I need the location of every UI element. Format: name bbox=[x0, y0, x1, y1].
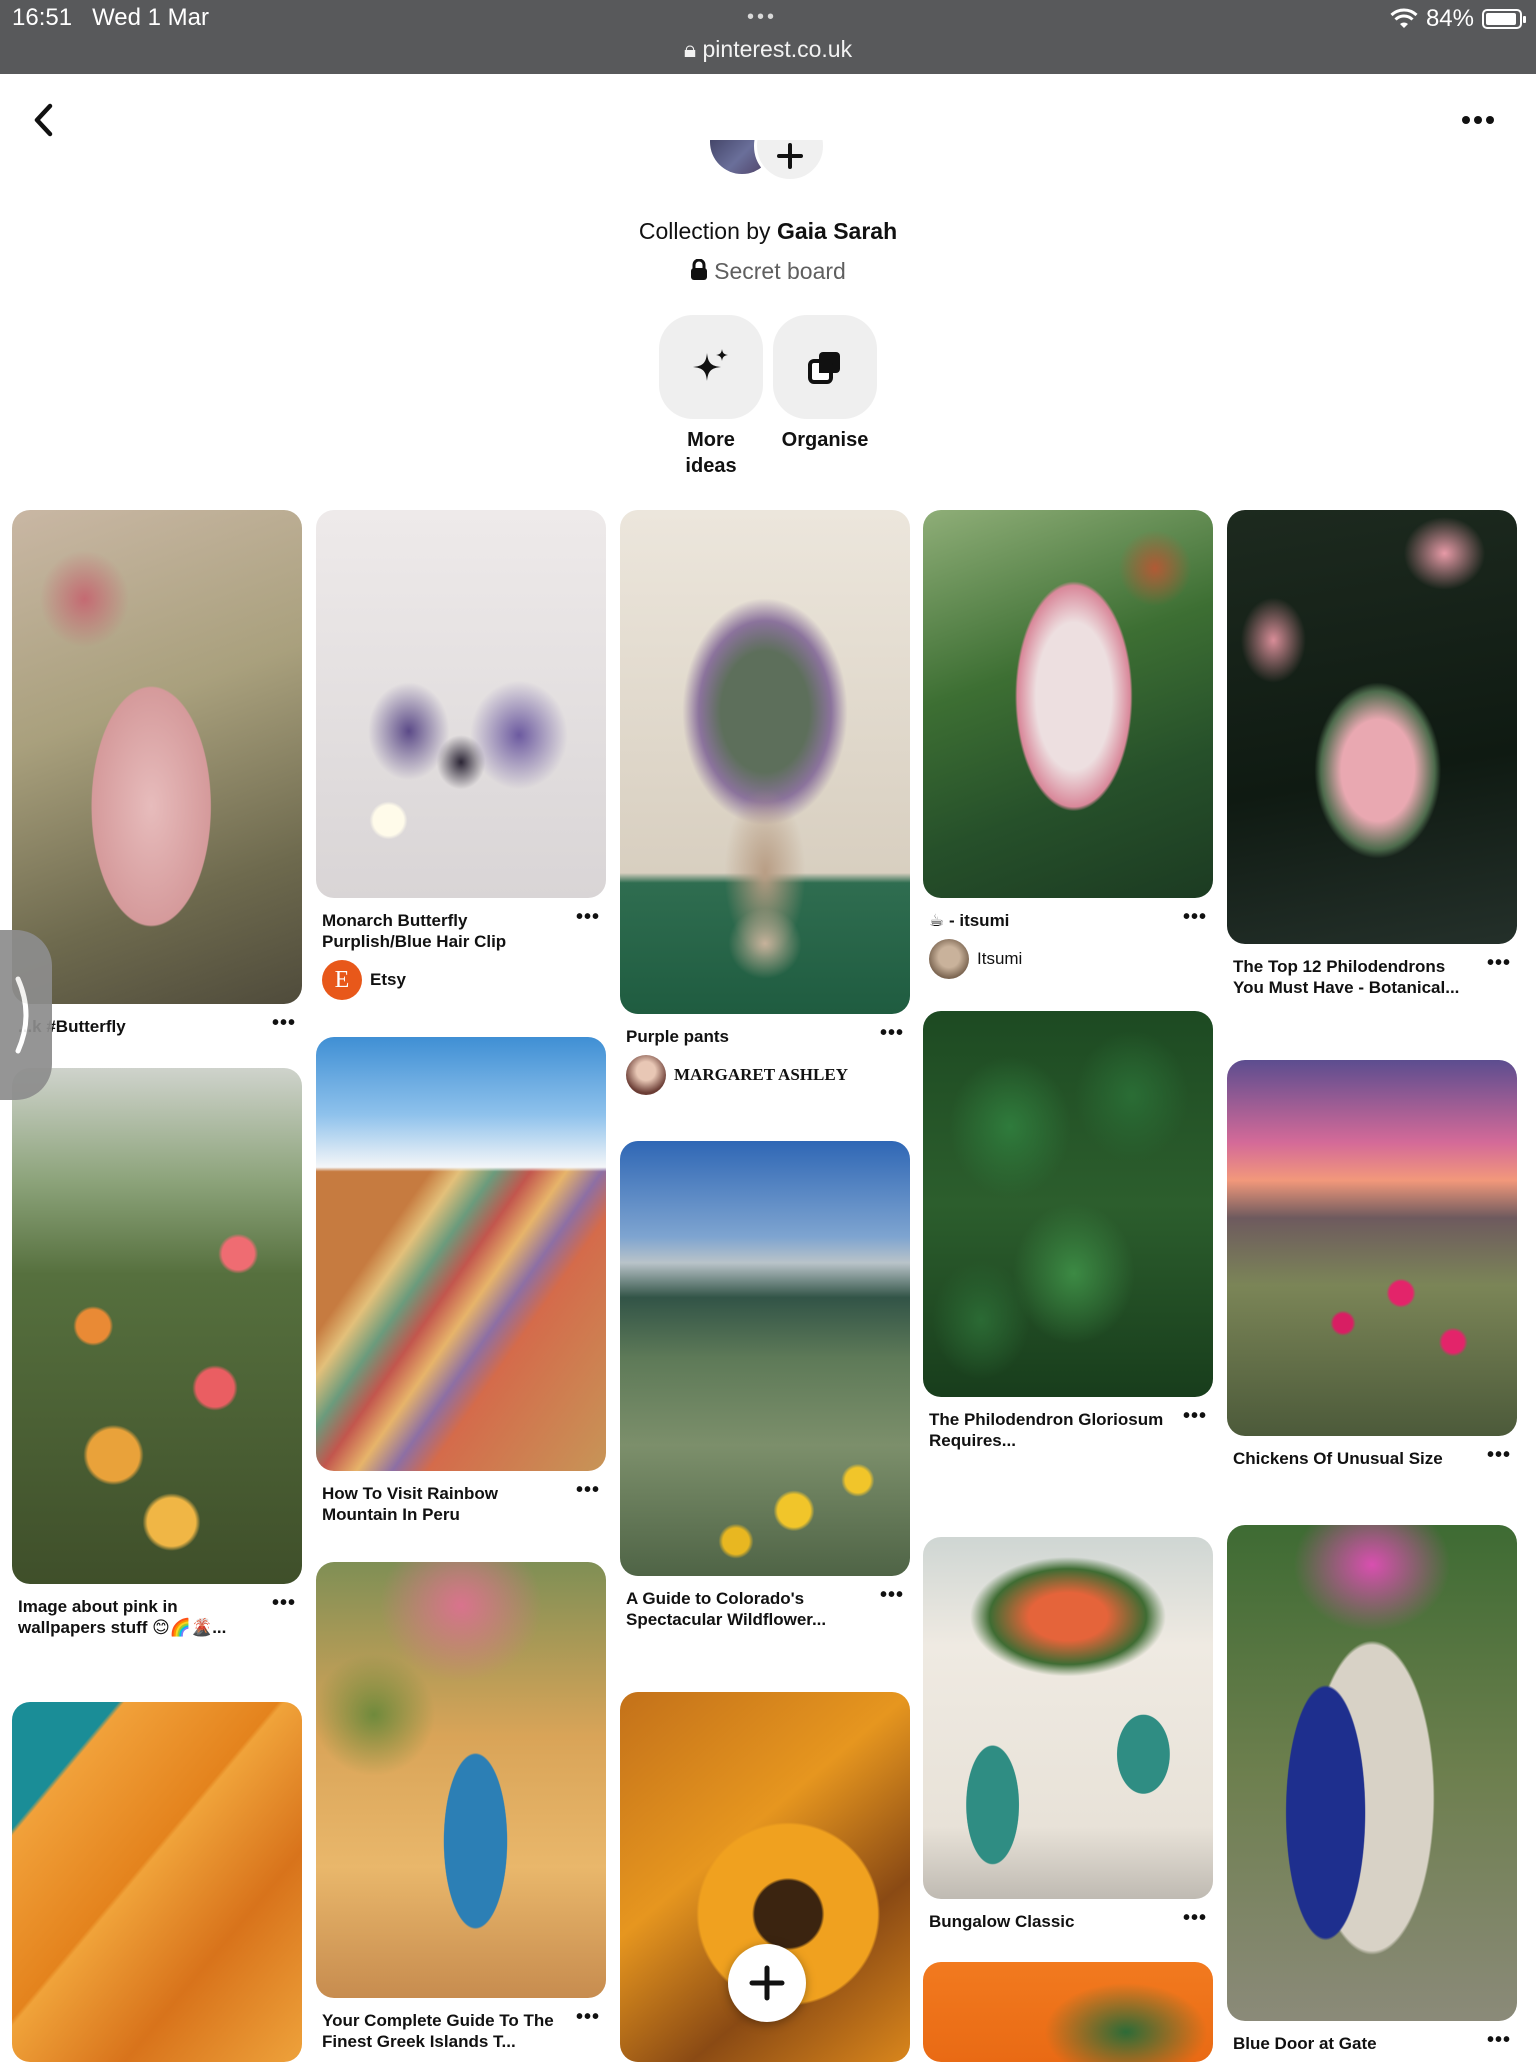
pin-card[interactable]: How To Visit Rainbow Mountain In Peru ••… bbox=[316, 1037, 606, 1525]
organise-circle[interactable] bbox=[773, 315, 877, 419]
pin-image[interactable] bbox=[316, 510, 606, 898]
pin-source[interactable]: E Etsy bbox=[316, 952, 606, 1000]
pin-more-button[interactable]: ••• bbox=[272, 1012, 296, 1035]
organise-icon bbox=[808, 352, 840, 384]
wifi-icon bbox=[1390, 8, 1418, 28]
plus-icon bbox=[777, 143, 803, 169]
pin-image[interactable] bbox=[923, 1962, 1213, 2062]
pin-image[interactable] bbox=[12, 1068, 302, 1584]
pin-image[interactable] bbox=[316, 1037, 606, 1471]
pin-title: The Top 12 Philodendrons You Must Have -… bbox=[1233, 957, 1460, 997]
more-ideas-circle[interactable] bbox=[659, 315, 763, 419]
pin-title: Image about pink in wallpapers stuff 😊🌈🌋… bbox=[18, 1597, 227, 1637]
add-pin-button[interactable] bbox=[728, 1944, 806, 2022]
source-name: MARGARET ASHLEY bbox=[674, 1065, 848, 1084]
pin-title: Bungalow Classic bbox=[929, 1912, 1075, 1931]
pin-card[interactable]: Bungalow Classic ••• bbox=[923, 1537, 1213, 1932]
pin-title: The Philodendron Gloriosum Requires... bbox=[929, 1410, 1164, 1450]
pin-card[interactable]: Monarch Butterfly Purplish/Blue Hair Cli… bbox=[316, 510, 606, 1000]
pin-more-button[interactable]: ••• bbox=[1487, 1444, 1511, 1467]
avatar bbox=[626, 1055, 666, 1095]
pin-card[interactable]: Chickens Of Unusual Size ••• bbox=[1227, 1060, 1517, 1469]
battery-percent: 84% bbox=[1425, 5, 1474, 32]
pin-title: How To Visit Rainbow Mountain In Peru bbox=[322, 1484, 498, 1524]
pin-card[interactable]: The Philodendron Gloriosum Requires... •… bbox=[923, 1011, 1213, 1451]
pin-more-button[interactable]: ••• bbox=[1183, 1907, 1207, 1930]
board-privacy: Secret board bbox=[0, 258, 1536, 285]
pin-card[interactable] bbox=[12, 1702, 302, 2062]
pin-image[interactable] bbox=[1227, 510, 1517, 944]
pin-title: Blue Door at Gate bbox=[1233, 2034, 1377, 2053]
lock-icon bbox=[691, 258, 708, 280]
pin-more-button[interactable]: ••• bbox=[1487, 2029, 1511, 2052]
pin-image[interactable] bbox=[923, 1537, 1213, 1899]
pin-source[interactable]: Itsumi bbox=[923, 931, 1213, 979]
pin-more-button[interactable]: ••• bbox=[576, 2006, 600, 2029]
pin-title: Monarch Butterfly Purplish/Blue Hair Cli… bbox=[322, 911, 507, 951]
side-panel-handle[interactable] bbox=[0, 930, 52, 1100]
status-right: 84% bbox=[1390, 5, 1526, 33]
pin-card[interactable]: Your Complete Guide To The Finest Greek … bbox=[316, 1562, 606, 2052]
pin-image[interactable] bbox=[12, 1702, 302, 2062]
pin-title: Purple pants bbox=[626, 1027, 729, 1046]
back-button[interactable] bbox=[20, 96, 68, 144]
owner-name[interactable]: Gaia Sarah bbox=[777, 218, 897, 244]
pin-more-button[interactable]: ••• bbox=[880, 1022, 904, 1045]
more-ideas-label: More ideas bbox=[685, 429, 737, 477]
etsy-logo-icon: E bbox=[322, 960, 362, 1000]
more-ideas-button[interactable]: More ideas bbox=[659, 315, 763, 479]
sparkle-icon bbox=[693, 349, 728, 381]
board-owner-line: Collection by Gaia Sarah bbox=[638, 218, 898, 244]
pin-title: A Guide to Colorado's Spectacular Wildfl… bbox=[626, 1589, 827, 1629]
pin-image[interactable] bbox=[12, 510, 302, 1004]
pin-more-button[interactable]: ••• bbox=[880, 1584, 904, 1607]
pin-title: ☕ - itsumi bbox=[929, 911, 1010, 930]
pin-more-button[interactable]: ••• bbox=[576, 906, 600, 929]
pin-card[interactable]: Blue Door at Gate ••• bbox=[1227, 1525, 1517, 2054]
board-options-button[interactable] bbox=[1456, 100, 1500, 140]
url-text: pinterest.co.uk bbox=[702, 36, 853, 62]
organise-button[interactable]: Organise bbox=[773, 315, 877, 453]
add-collaborator-button[interactable] bbox=[754, 140, 826, 182]
pin-card[interactable]: Purple pants ••• MARGARET ASHLEY bbox=[620, 510, 910, 1095]
lock-icon: 🔒︎ bbox=[683, 36, 697, 62]
pin-image[interactable] bbox=[620, 510, 910, 1014]
pin-image[interactable] bbox=[1227, 1060, 1517, 1436]
pin-image[interactable] bbox=[316, 1562, 606, 1998]
pin-image[interactable] bbox=[923, 1011, 1213, 1397]
source-name: Etsy bbox=[370, 970, 406, 989]
status-bar: 16:51 Wed 1 Mar ••• 🔒︎ pinterest.co.uk 8… bbox=[0, 0, 1536, 74]
pin-image[interactable] bbox=[923, 510, 1213, 898]
organise-label: Organise bbox=[781, 429, 869, 451]
browser-menu-dots[interactable]: ••• bbox=[747, 6, 777, 29]
collaborator-avatars bbox=[708, 140, 828, 206]
more-horizontal-icon bbox=[1462, 116, 1494, 124]
source-name: Itsumi bbox=[977, 949, 1023, 968]
url-bar[interactable]: 🔒︎ pinterest.co.uk bbox=[0, 36, 1536, 63]
pin-card[interactable]: A Guide to Colorado's Spectacular Wildfl… bbox=[620, 1141, 910, 1630]
pin-image[interactable] bbox=[620, 1141, 910, 1576]
pin-more-button[interactable]: ••• bbox=[576, 1479, 600, 1502]
avatar bbox=[929, 939, 969, 979]
pin-card[interactable] bbox=[923, 1962, 1213, 2062]
chevron-left-icon bbox=[34, 103, 53, 137]
pin-card[interactable]: ☕ - itsumi ••• Itsumi bbox=[923, 510, 1213, 979]
pin-title: Chickens Of Unusual Size bbox=[1233, 1449, 1443, 1468]
battery-icon bbox=[1482, 9, 1526, 29]
pin-source[interactable]: MARGARET ASHLEY bbox=[620, 1047, 910, 1095]
chevron-right-icon bbox=[15, 976, 29, 1054]
pin-card[interactable]: The Top 12 Philodendrons You Must Have -… bbox=[1227, 510, 1517, 998]
pin-image[interactable] bbox=[1227, 1525, 1517, 2021]
pin-more-button[interactable]: ••• bbox=[1487, 952, 1511, 975]
pin-more-button[interactable]: ••• bbox=[1183, 906, 1207, 929]
plus-icon bbox=[749, 1965, 785, 2001]
pin-card[interactable]: ...k #Butterfly ••• bbox=[12, 510, 302, 1037]
pin-more-button[interactable]: ••• bbox=[272, 1592, 296, 1615]
pin-more-button[interactable]: ••• bbox=[1183, 1405, 1207, 1428]
pin-title: ...k #Butterfly bbox=[18, 1017, 126, 1036]
status-time-date: 16:51 Wed 1 Mar bbox=[12, 4, 210, 31]
pin-card[interactable]: Image about pink in wallpapers stuff 😊🌈🌋… bbox=[12, 1068, 302, 1638]
pin-title: Your Complete Guide To The Finest Greek … bbox=[322, 2011, 554, 2051]
